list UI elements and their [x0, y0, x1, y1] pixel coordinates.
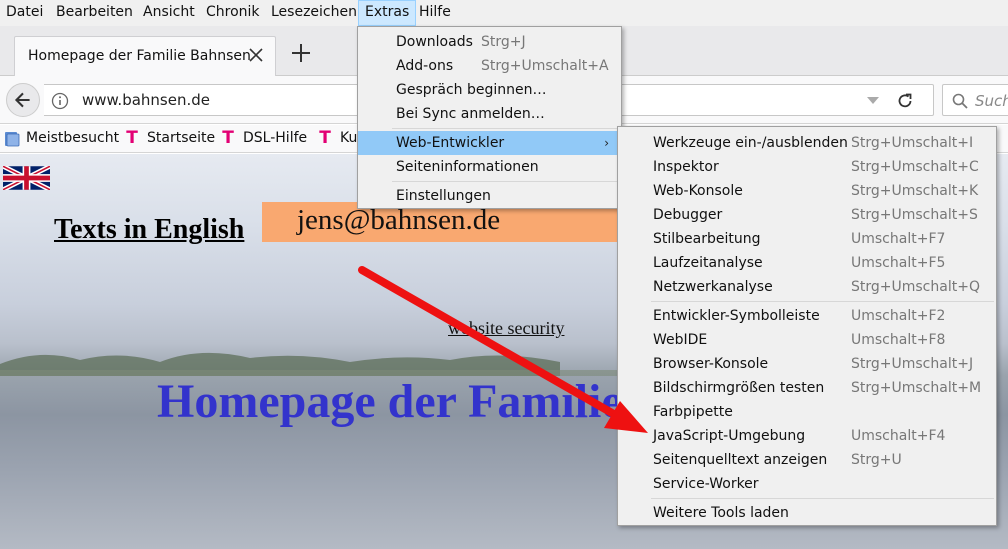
menu-item-label: JavaScript-Umgebung	[653, 428, 806, 444]
menu-item-gespraech[interactable]: Gespräch beginnen…	[358, 78, 621, 102]
menu-item-label: Downloads	[396, 34, 473, 50]
chevron-right-icon: ›	[604, 136, 609, 150]
menu-item-netzwerkanalyse[interactable]: Netzwerkanalyse Strg+Umschalt+Q	[618, 275, 996, 299]
menu-item-label: WebIDE	[653, 332, 708, 348]
telekom-icon: T	[222, 128, 234, 148]
menu-item-shortcut: Strg+Umschalt+S	[851, 207, 978, 223]
search-bar[interactable]: Such	[942, 84, 1008, 116]
menu-item-service-worker[interactable]: Service-Worker	[618, 472, 996, 496]
web-entwickler-submenu: Werkzeuge ein-/ausblenden Strg+Umschalt+…	[617, 126, 997, 526]
menu-item-label: Inspektor	[653, 159, 719, 175]
menu-separator	[651, 301, 994, 302]
menu-item-laufzeitanalyse[interactable]: Laufzeitanalyse Umschalt+F5	[618, 251, 996, 275]
menu-item-bildschirmgroessen[interactable]: Bildschirmgrößen testen Strg+Umschalt+M	[618, 376, 996, 400]
search-icon	[952, 93, 968, 109]
menu-item-shortcut: Strg+J	[481, 34, 526, 50]
menu-item-shortcut: Strg+U	[851, 452, 902, 468]
menu-hilfe[interactable]: Hilfe	[413, 0, 457, 26]
menu-lesezeichen[interactable]: Lesezeichen	[265, 0, 363, 26]
menu-item-browser-konsole[interactable]: Browser-Konsole Strg+Umschalt+J	[618, 352, 996, 376]
menu-item-farbpipette[interactable]: Farbpipette	[618, 400, 996, 424]
browser-tab[interactable]: Homepage der Familie Bahnsen	[14, 36, 276, 76]
menu-item-debugger[interactable]: Debugger Strg+Umschalt+S	[618, 203, 996, 227]
menu-item-label: Bei Sync anmelden…	[396, 106, 545, 122]
telekom-icon: T	[126, 128, 138, 148]
menu-item-shortcut: Strg+Umschalt+C	[851, 159, 979, 175]
menu-item-label: Seitenquelltext anzeigen	[653, 452, 828, 468]
menu-bar: Datei Bearbeiten Ansicht Chronik Lesezei…	[0, 0, 1008, 26]
english-texts-link[interactable]: Texts in English	[54, 214, 244, 246]
menu-item-shortcut: Strg+Umschalt+Q	[851, 279, 980, 295]
menu-item-web-konsole[interactable]: Web-Konsole Strg+Umschalt+K	[618, 179, 996, 203]
extras-menu: Downloads Strg+J Add-ons Strg+Umschalt+A…	[357, 26, 622, 209]
url-text[interactable]: www.bahnsen.de	[82, 91, 210, 109]
reload-icon[interactable]	[896, 92, 914, 110]
bookmark-startseite[interactable]: Startseite	[147, 130, 215, 146]
menu-item-seiteninformationen[interactable]: Seiteninformationen	[358, 155, 621, 179]
bookmark-dsl-hilfe[interactable]: DSL-Hilfe	[243, 130, 307, 146]
menu-item-label: Laufzeitanalyse	[653, 255, 763, 271]
chevron-down-icon[interactable]	[866, 96, 880, 106]
menu-item-webide[interactable]: WebIDE Umschalt+F8	[618, 328, 996, 352]
menu-item-stilbearbeitung[interactable]: Stilbearbeitung Umschalt+F7	[618, 227, 996, 251]
menu-item-label: Farbpipette	[653, 404, 733, 420]
menu-item-shortcut: Umschalt+F7	[851, 231, 946, 247]
back-icon[interactable]	[6, 83, 40, 117]
menu-bearbeiten[interactable]: Bearbeiten	[50, 0, 139, 26]
menu-item-shortcut: Strg+Umschalt+M	[851, 380, 982, 396]
menu-item-label: Stilbearbeitung	[653, 231, 761, 247]
menu-item-label: Seiteninformationen	[396, 159, 539, 175]
uk-flag-icon[interactable]	[3, 166, 50, 190]
menu-item-label: Debugger	[653, 207, 723, 223]
menu-item-add-ons[interactable]: Add-ons Strg+Umschalt+A	[358, 54, 621, 78]
menu-item-shortcut: Strg+Umschalt+A	[481, 58, 609, 74]
menu-item-label: Entwickler-Symbolleiste	[653, 308, 820, 324]
menu-item-label: Bildschirmgrößen testen	[653, 380, 825, 396]
menu-item-label: Add-ons	[396, 58, 454, 74]
menu-separator	[392, 128, 619, 129]
menu-item-shortcut: Strg+Umschalt+I	[851, 135, 974, 151]
new-tab-icon[interactable]	[290, 42, 312, 64]
menu-item-seitenquelltext[interactable]: Seitenquelltext anzeigen Strg+U	[618, 448, 996, 472]
menu-item-label: Web-Konsole	[653, 183, 743, 199]
tab-title: Homepage der Familie Bahnsen	[28, 48, 251, 64]
menu-item-label: Browser-Konsole	[653, 356, 769, 372]
menu-item-web-entwickler[interactable]: Web-Entwickler ›	[358, 131, 621, 155]
close-icon[interactable]	[247, 46, 265, 64]
bookmark-meistbesucht[interactable]: Meistbesucht	[26, 130, 119, 146]
menu-item-label: Werkzeuge ein-/ausblenden	[653, 135, 848, 151]
menu-item-inspektor[interactable]: Inspektor Strg+Umschalt+C	[618, 155, 996, 179]
menu-item-shortcut: Strg+Umschalt+J	[851, 356, 974, 372]
menu-item-label: Netzwerkanalyse	[653, 279, 773, 295]
menu-item-label: Service-Worker	[653, 476, 759, 492]
menu-separator	[392, 181, 619, 182]
menu-item-einstellungen[interactable]: Einstellungen	[358, 184, 621, 208]
menu-datei[interactable]: Datei	[0, 0, 49, 26]
menu-separator	[651, 498, 994, 499]
search-placeholder: Such	[975, 92, 1008, 110]
menu-chronik[interactable]: Chronik	[200, 0, 266, 26]
menu-item-javascript-umgebung[interactable]: JavaScript-Umgebung Umschalt+F4	[618, 424, 996, 448]
menu-item-label: Einstellungen	[396, 188, 491, 204]
menu-item-shortcut: Strg+Umschalt+K	[851, 183, 979, 199]
menu-item-shortcut: Umschalt+F8	[851, 332, 946, 348]
menu-item-weitere-tools[interactable]: Weitere Tools laden	[618, 501, 996, 525]
info-icon[interactable]	[51, 92, 69, 110]
telekom-icon: T	[319, 128, 331, 148]
menu-extras[interactable]: Extras	[358, 0, 417, 26]
menu-item-label: Web-Entwickler	[396, 135, 505, 151]
menu-item-downloads[interactable]: Downloads Strg+J	[358, 30, 621, 54]
menu-item-werkzeuge[interactable]: Werkzeuge ein-/ausblenden Strg+Umschalt+…	[618, 131, 996, 155]
menu-item-shortcut: Umschalt+F2	[851, 308, 946, 324]
menu-item-label: Weitere Tools laden	[653, 505, 789, 521]
website-security-link[interactable]: website security	[448, 318, 564, 339]
menu-item-entwickler-symbolleiste[interactable]: Entwickler-Symbolleiste Umschalt+F2	[618, 304, 996, 328]
menu-item-sync[interactable]: Bei Sync anmelden…	[358, 102, 621, 126]
menu-item-shortcut: Umschalt+F5	[851, 255, 946, 271]
menu-item-label: Gespräch beginnen…	[396, 82, 547, 98]
menu-ansicht[interactable]: Ansicht	[137, 0, 201, 26]
bookmark-ku[interactable]: Ku	[340, 130, 357, 146]
bookmark-folder-icon	[5, 132, 20, 147]
menu-item-shortcut: Umschalt+F4	[851, 428, 946, 444]
